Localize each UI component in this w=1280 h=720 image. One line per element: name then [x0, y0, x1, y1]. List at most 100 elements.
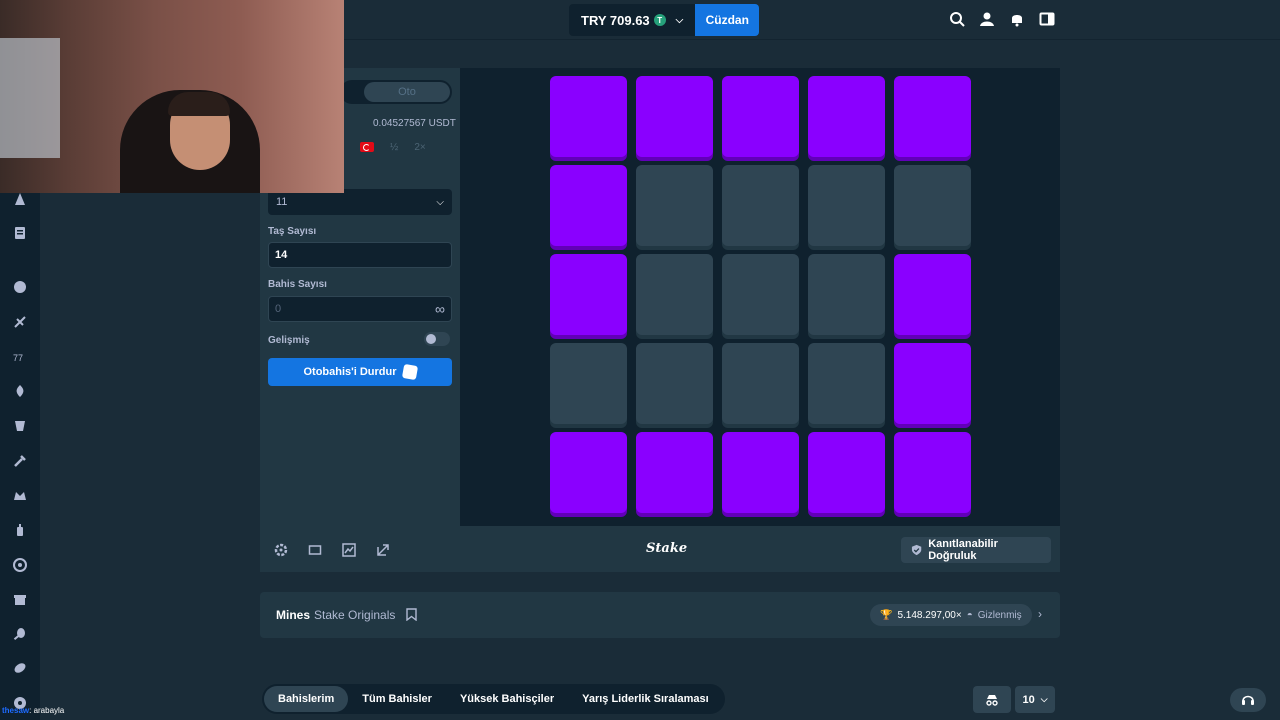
cards-icon [401, 363, 418, 381]
gems-label: Taş Sayısı [268, 226, 317, 237]
stop-autobet-button[interactable]: Otobahis'i Durdur [268, 358, 452, 386]
chat-overlay: thesaw: arabayla [2, 706, 64, 715]
gems-field[interactable]: 14 [268, 242, 452, 268]
sidebar-toggle-icon[interactable] [1039, 11, 1055, 27]
theatre-mode-icon[interactable] [308, 543, 322, 557]
user-icon[interactable] [979, 11, 995, 27]
mine-tile[interactable] [636, 343, 713, 424]
chevron-right-icon[interactable]: › [1038, 607, 1042, 621]
mine-tile[interactable] [722, 76, 799, 157]
streamer-hair [168, 92, 230, 116]
chevron-down-icon: ⌵ [436, 196, 444, 208]
toggle-knob [426, 334, 436, 344]
originals-icon[interactable] [13, 280, 27, 294]
bottle-icon[interactable] [13, 523, 27, 537]
balance-amount: TRY 709.63 [581, 12, 650, 28]
wallet-button[interactable]: Cüzdan [695, 4, 760, 36]
mine-tile[interactable] [894, 254, 971, 335]
mine-tile[interactable] [722, 432, 799, 513]
infinity-icon[interactable]: ∞ [435, 301, 445, 317]
gift-icon[interactable] [13, 592, 27, 606]
game-footer-icons [274, 543, 390, 557]
support-button[interactable] [1230, 688, 1266, 712]
hot-icon[interactable] [13, 384, 27, 398]
mine-tile[interactable] [808, 432, 885, 513]
live-stats-icon[interactable] [376, 543, 390, 557]
filter-button[interactable] [973, 686, 1011, 713]
mine-tile[interactable] [894, 165, 971, 246]
mine-tile[interactable] [550, 254, 627, 335]
mine-tile[interactable] [808, 76, 885, 157]
tools-icon[interactable] [13, 454, 27, 468]
mine-tile[interactable] [894, 343, 971, 424]
mine-tile[interactable] [722, 165, 799, 246]
bets-count-field[interactable]: 0 ∞ [268, 296, 452, 322]
tab-my-bets[interactable]: Bahislerim [264, 686, 349, 712]
bet-amount-usd: 0.04527567 USDT [373, 118, 456, 129]
game-provider[interactable]: Stake Originals [314, 608, 395, 622]
chevron-down-icon: ⌵ [675, 14, 684, 26]
stop-autobet-label: Otobahis'i Durdur [303, 366, 397, 378]
mine-tile[interactable] [722, 254, 799, 335]
chevron-down-icon: ⌵ [1040, 694, 1048, 704]
window-background [0, 38, 60, 158]
casino-icon[interactable] [13, 226, 27, 240]
max-win-badge[interactable]: 🏆 5.148.297,00× ◓ Gizlenmiş [870, 604, 1032, 626]
ball-icon[interactable] [13, 661, 27, 675]
tether-coin-icon: T [653, 14, 666, 26]
settings-icon[interactable] [274, 543, 288, 557]
webcam-overlay [0, 0, 344, 193]
hidden-icon: ◓ [966, 609, 973, 621]
chat-username: thesaw [2, 706, 30, 715]
mine-tile[interactable] [550, 76, 627, 157]
mine-tile[interactable] [550, 432, 627, 513]
rows-count-select[interactable]: 10 ⌵ [1015, 686, 1055, 713]
tab-auto[interactable]: Oto [364, 82, 450, 102]
mine-tile[interactable] [550, 165, 627, 246]
slots-icon[interactable] [13, 315, 27, 329]
search-icon[interactable] [949, 11, 965, 27]
mine-tile[interactable] [894, 76, 971, 157]
mine-tile[interactable] [808, 343, 885, 424]
balance-selector[interactable]: TRY 709.63 T ⌵ [569, 4, 696, 36]
game-title: Mines [276, 608, 311, 622]
mine-tile[interactable] [636, 76, 713, 157]
mine-tile[interactable] [894, 432, 971, 513]
gems-value: 14 [275, 249, 288, 261]
mine-tile[interactable] [636, 254, 713, 335]
rows-count-value: 10 [1022, 693, 1035, 706]
mines-select-value: 11 [276, 196, 288, 208]
mine-tile[interactable] [636, 165, 713, 246]
tennis-icon[interactable] [13, 627, 27, 641]
double-button[interactable]: 2× [414, 142, 425, 153]
wallet-group: TRY 709.63 T ⌵ Cüzdan [569, 4, 760, 36]
stats-icon[interactable] [342, 543, 356, 557]
bell-icon[interactable] [1009, 11, 1025, 27]
provably-fair-button[interactable]: Kanıtlanabilir Doğruluk [901, 537, 1051, 563]
max-win-value: 5.148.297,00× [897, 609, 962, 621]
tab-high-rollers[interactable]: Yüksek Bahisçiler [446, 686, 568, 712]
half-button[interactable]: ½ [390, 142, 398, 153]
bets-tabs: Bahislerim Tüm Bahisler Yüksek Bahisçile… [262, 684, 725, 714]
bookmark-icon[interactable] [406, 608, 417, 621]
trophy-icon: 🏆 [880, 609, 893, 621]
advanced-toggle[interactable] [424, 332, 450, 346]
mine-tile[interactable] [550, 343, 627, 424]
table-icon[interactable] [13, 419, 27, 433]
bets-count-controls: 10 ⌵ [973, 686, 1055, 713]
incognito-icon [986, 694, 998, 706]
tab-race-leaderboard[interactable]: Yarış Liderlik Sıralaması [568, 686, 723, 712]
mine-tile[interactable] [722, 343, 799, 424]
headset-icon [1242, 695, 1254, 705]
sports-icon[interactable] [13, 192, 27, 206]
live-icon[interactable]: 77 [13, 350, 27, 364]
shield-check-icon [911, 544, 922, 556]
bets-count-label: Bahis Sayısı [268, 279, 327, 290]
mine-tile[interactable] [808, 254, 885, 335]
soccer-icon[interactable] [13, 558, 27, 572]
tab-all-bets[interactable]: Tüm Bahisler [348, 686, 446, 712]
mine-tile[interactable] [636, 432, 713, 513]
crown-icon[interactable] [13, 489, 27, 503]
mine-tile[interactable] [808, 165, 885, 246]
chat-message: : arabayla [29, 706, 65, 715]
